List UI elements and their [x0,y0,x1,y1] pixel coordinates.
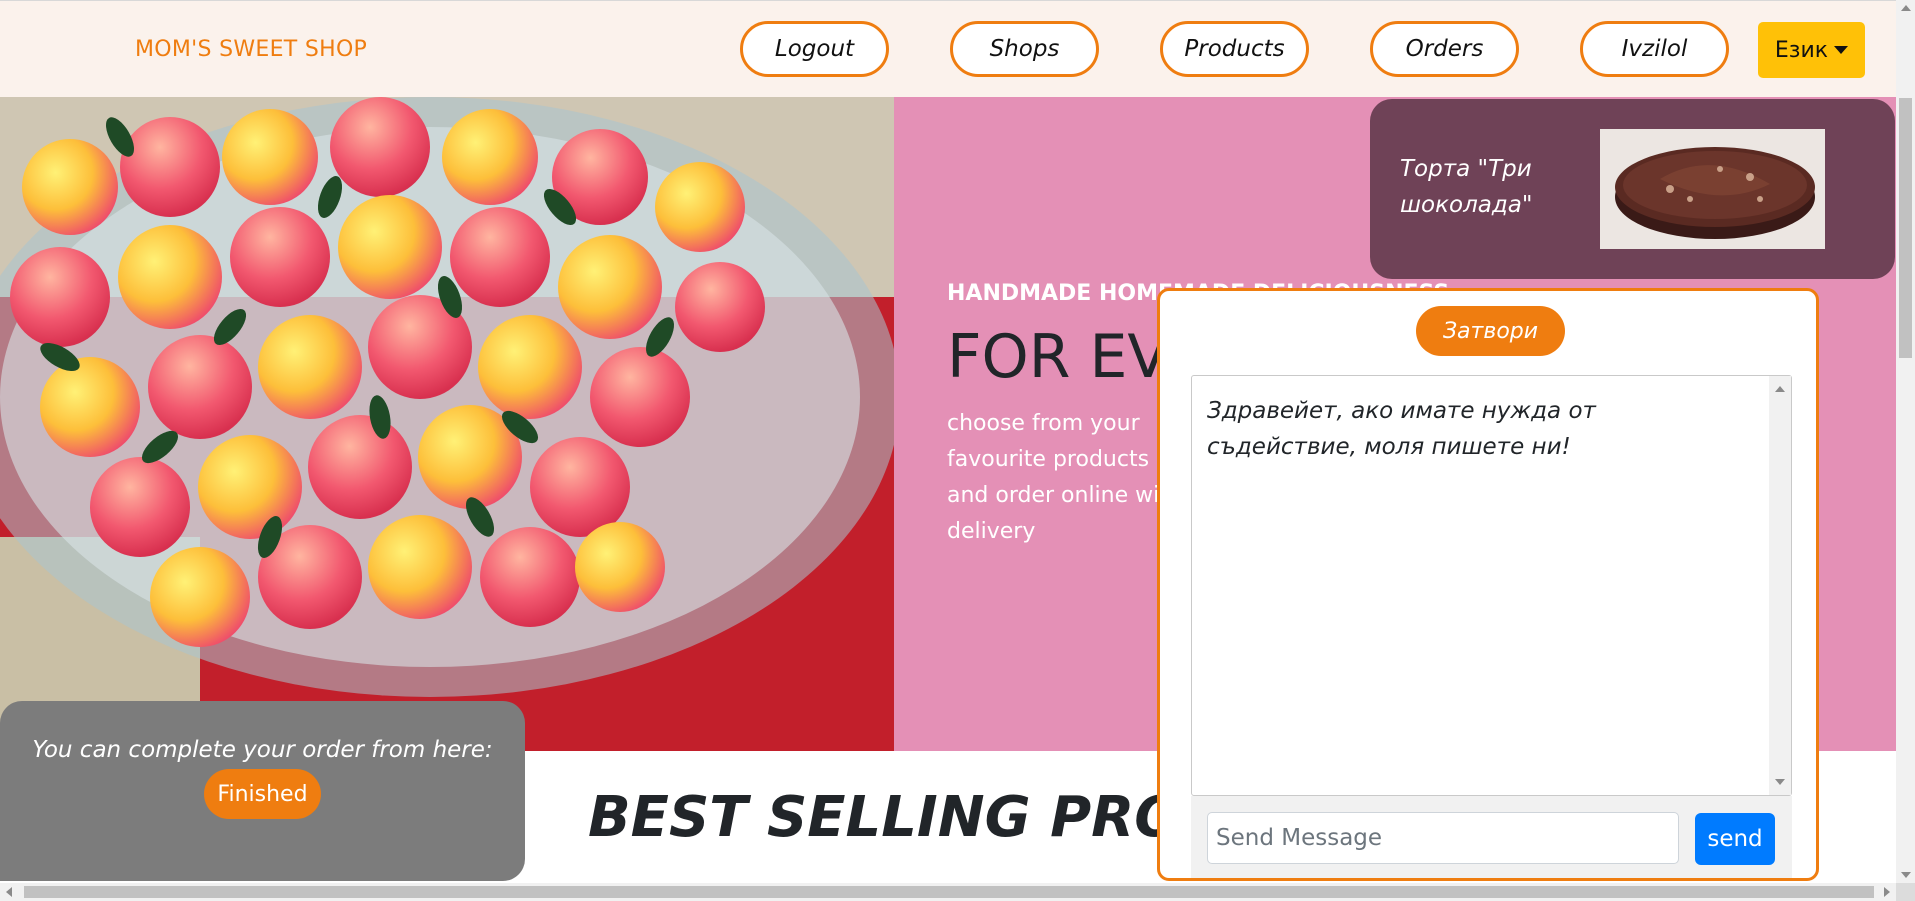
chat-input-row: send [1191,796,1792,878]
chat-message: Здравейет, ако имате нужда от съдействие… [1207,398,1596,460]
chat-widget: Затвори Здравейет, ако имате нужда от съ… [1157,288,1819,881]
scroll-up-icon[interactable] [1901,5,1911,11]
scroll-up-icon[interactable] [1775,386,1785,392]
close-chat-button[interactable]: Затвори [1416,306,1565,356]
scroll-right-icon[interactable] [1884,887,1890,897]
finished-button[interactable]: Finished [204,769,321,819]
brand-logo[interactable]: MOM'S SWEET SHOP [135,37,367,62]
scrollbar-corner [1896,883,1915,901]
message-input[interactable] [1207,812,1679,864]
scroll-left-icon[interactable] [6,887,12,897]
hero-image [0,97,894,751]
products-button[interactable]: Products [1160,21,1309,77]
user-profile-button[interactable]: Ivzilol [1580,21,1729,77]
logout-button[interactable]: Logout [740,21,889,77]
scroll-down-icon[interactable] [1775,779,1785,785]
chocolate-cake-image [1600,129,1825,249]
hero-description: choose from your favourite products and … [947,411,1182,544]
scrollbar-thumb[interactable] [1899,98,1912,358]
order-panel: You can complete your order from here: F… [0,701,525,881]
featured-product-card[interactable]: Торта "Три шоколада" [1370,99,1895,279]
product-image[interactable] [1600,129,1825,249]
top-navbar: MOM'S SWEET SHOP Logout Shops Products O… [0,0,1896,97]
send-button[interactable]: send [1695,813,1775,865]
scroll-down-icon[interactable] [1901,872,1911,878]
language-dropdown[interactable]: Език [1758,22,1865,78]
horizontal-scrollbar[interactable] [0,883,1896,901]
chat-scrollbar[interactable] [1769,376,1791,795]
orders-button[interactable]: Orders [1370,21,1519,77]
product-name[interactable]: Торта "Три шоколада" [1400,151,1560,223]
caret-down-icon [1834,46,1849,54]
vertical-scrollbar[interactable] [1896,0,1915,883]
scrollbar-thumb[interactable] [24,886,1874,898]
language-label: Език [1774,37,1829,63]
shops-button[interactable]: Shops [950,21,1099,77]
order-panel-text: You can complete your order from here: [32,737,493,763]
sweets-platter-illustration [0,97,894,751]
chat-messages[interactable]: Здравейет, ако имате нужда от съдействие… [1191,375,1792,796]
